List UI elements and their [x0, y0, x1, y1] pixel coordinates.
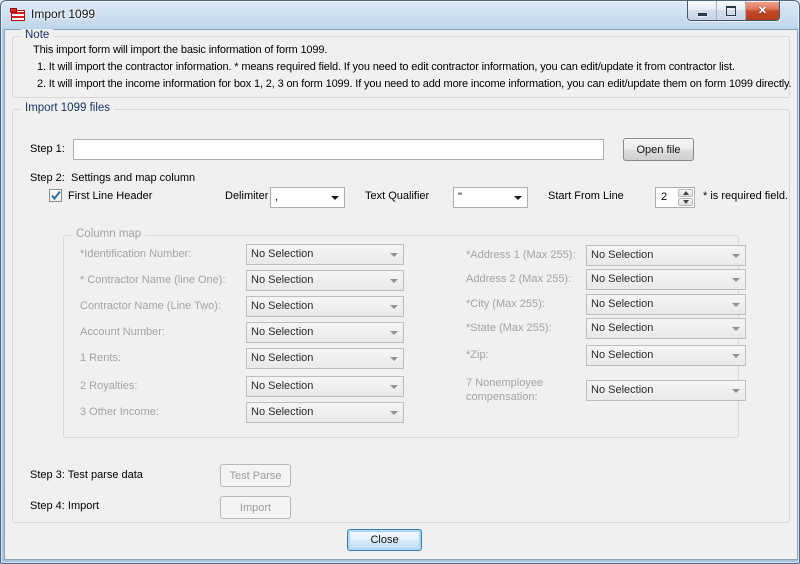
- dialog-content: Note This import form will import the ba…: [4, 29, 798, 560]
- import-group-title: Import 1099 files: [21, 102, 114, 114]
- step4-label: Step 4: Import: [30, 500, 99, 512]
- note-line-2: 1. It will import the contractor informa…: [37, 61, 735, 73]
- nonemployee-compensation-select[interactable]: No Selection: [586, 380, 746, 401]
- account-number-select[interactable]: No Selection: [246, 322, 404, 343]
- state-select[interactable]: No Selection: [586, 318, 746, 339]
- column-map-groupbox: Column map *Identification Number: * Con…: [63, 235, 739, 438]
- address2-label: Address 2 (Max 255):: [466, 273, 571, 285]
- column-map-group-title: Column map: [72, 228, 145, 240]
- contractor-name-one-label: * Contractor Name (line One):: [80, 274, 226, 286]
- note-groupbox: Note This import form will import the ba…: [12, 36, 790, 98]
- delimiter-label: Delimiter: [225, 190, 268, 202]
- maximize-icon: [726, 6, 736, 16]
- city-select[interactable]: No Selection: [586, 294, 746, 315]
- identification-number-label: *Identification Number:: [80, 248, 191, 260]
- minimize-button[interactable]: [688, 1, 717, 20]
- required-field-note: * is required field.: [703, 190, 788, 202]
- contractor-name-two-label: Contractor Name (Line Two):: [80, 300, 221, 312]
- import-button: Import: [220, 496, 291, 519]
- start-from-line-label: Start From Line: [548, 190, 624, 202]
- start-from-line-stepper[interactable]: 2: [655, 187, 695, 208]
- rents-select[interactable]: No Selection: [246, 348, 404, 369]
- dropdown-arrow-icon: [732, 303, 740, 307]
- note-line-3: 2. It will import the income information…: [37, 78, 791, 90]
- spin-down-button[interactable]: [678, 198, 693, 206]
- checkmark-icon: [50, 190, 62, 202]
- window-title: Import 1099: [31, 1, 95, 28]
- zip-label: *Zip:: [466, 349, 489, 361]
- first-line-header-label: First Line Header: [68, 190, 152, 202]
- other-income-label: 3 Other Income:: [80, 406, 159, 418]
- zip-select[interactable]: No Selection: [586, 345, 746, 366]
- import-files-groupbox: Import 1099 files Step 1: Open file Step…: [12, 109, 790, 523]
- import-1099-window: Import 1099 ✕ Note This import form will…: [0, 0, 800, 564]
- close-icon: ✕: [758, 4, 767, 17]
- rents-label: 1 Rents:: [80, 352, 121, 364]
- spin-up-button[interactable]: [678, 189, 693, 197]
- text-qualifier-label: Text Qualifier: [365, 190, 429, 202]
- other-income-select[interactable]: No Selection: [246, 402, 404, 423]
- dropdown-arrow-icon: [732, 327, 740, 331]
- close-button[interactable]: Close: [347, 529, 422, 551]
- address2-select[interactable]: No Selection: [586, 269, 746, 290]
- dropdown-arrow-icon: [390, 253, 398, 257]
- dropdown-arrow-icon: [331, 196, 339, 200]
- titlebar[interactable]: Import 1099: [1, 1, 799, 29]
- first-line-header-checkbox[interactable]: [49, 189, 62, 202]
- contractor-name-one-select[interactable]: No Selection: [246, 270, 404, 291]
- down-arrow-icon: [683, 200, 689, 204]
- dropdown-arrow-icon: [390, 385, 398, 389]
- address1-label: *Address 1 (Max 255):: [466, 249, 575, 261]
- test-parse-button: Test Parse: [220, 464, 291, 487]
- dropdown-arrow-icon: [514, 196, 522, 200]
- step2-label: Step 2: Settings and map column: [30, 172, 195, 184]
- identification-number-select[interactable]: No Selection: [246, 244, 404, 265]
- maximize-button[interactable]: [717, 1, 746, 20]
- state-label: *State (Max 255):: [466, 322, 552, 334]
- up-arrow-icon: [683, 191, 689, 195]
- contractor-name-two-select[interactable]: No Selection: [246, 296, 404, 317]
- app-icon: [10, 7, 26, 23]
- dropdown-arrow-icon: [732, 254, 740, 258]
- dropdown-arrow-icon: [390, 305, 398, 309]
- city-label: *City (Max 255):: [466, 298, 545, 310]
- note-group-title: Note: [21, 29, 53, 41]
- minimize-icon: [698, 13, 707, 16]
- step1-label: Step 1:: [30, 143, 65, 155]
- file-path-input[interactable]: [73, 139, 604, 160]
- dropdown-arrow-icon: [732, 389, 740, 393]
- dropdown-arrow-icon: [390, 279, 398, 283]
- royalties-label: 2 Royalties:: [80, 380, 137, 392]
- note-line-1: This import form will import the basic i…: [33, 44, 327, 56]
- step3-label: Step 3: Test parse data: [30, 469, 143, 481]
- dropdown-arrow-icon: [732, 354, 740, 358]
- delimiter-select[interactable]: ,: [270, 187, 345, 208]
- nonemployee-compensation-label: 7 Nonemployee compensation:: [466, 376, 578, 404]
- account-number-label: Account Number:: [80, 326, 165, 338]
- address1-select[interactable]: No Selection: [586, 245, 746, 266]
- text-qualifier-select[interactable]: ": [453, 187, 528, 208]
- dropdown-arrow-icon: [390, 331, 398, 335]
- window-controls: ✕: [687, 1, 780, 21]
- dropdown-arrow-icon: [732, 278, 740, 282]
- close-window-button[interactable]: ✕: [746, 1, 779, 20]
- royalties-select[interactable]: No Selection: [246, 376, 404, 397]
- dropdown-arrow-icon: [390, 411, 398, 415]
- dropdown-arrow-icon: [390, 357, 398, 361]
- open-file-button[interactable]: Open file: [623, 138, 694, 161]
